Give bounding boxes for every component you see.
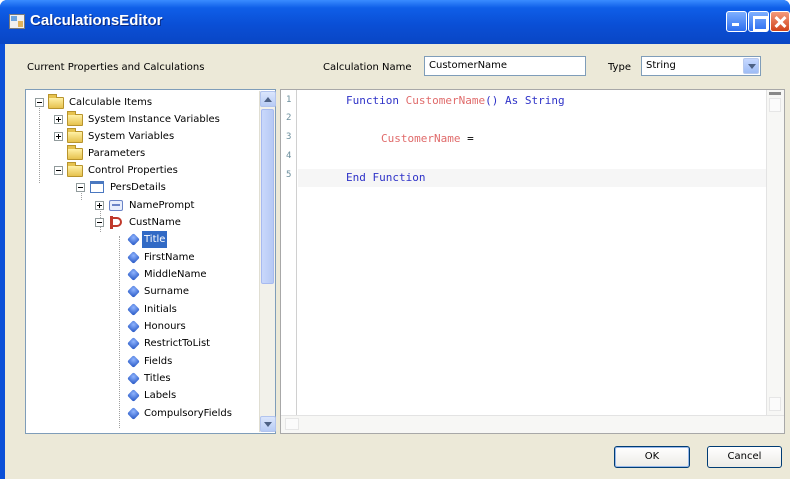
property-icon xyxy=(127,389,140,402)
tree-scrollbar[interactable] xyxy=(259,91,276,432)
tree-item-label: PersDetails xyxy=(110,182,166,193)
keyword-function: Function xyxy=(346,94,399,107)
property-icon xyxy=(127,372,140,385)
property-icon xyxy=(127,303,140,316)
type-select[interactable]: String xyxy=(641,56,761,76)
keyword-as: As xyxy=(504,94,519,107)
scroll-down-button[interactable] xyxy=(260,416,276,432)
folder-icon xyxy=(67,162,83,177)
form-icon xyxy=(90,181,104,193)
tree-item-label: System Variables xyxy=(88,131,175,142)
tree-connector xyxy=(39,103,40,183)
properties-panel-header: Current Properties and Calculations xyxy=(27,62,205,73)
property-icon xyxy=(127,355,140,368)
editor-vertical-scrollbar[interactable] xyxy=(766,90,784,415)
tree-item-label: Calculable Items xyxy=(69,97,153,108)
property-icon xyxy=(127,320,140,333)
property-icon xyxy=(127,251,140,264)
collapse-icon[interactable] xyxy=(76,183,85,192)
tree-item-label: NamePrompt xyxy=(129,200,195,211)
line-number: 5 xyxy=(286,170,292,180)
folder-icon xyxy=(48,94,64,109)
code-editor[interactable]: 1 2 3 4 5 Function CustomerName() As Str… xyxy=(280,89,785,434)
line-number: 3 xyxy=(286,132,292,142)
calculation-name-input[interactable]: CustomerName xyxy=(424,56,586,76)
tree-item-label: Titles xyxy=(144,373,171,384)
tree-item-label: CustName xyxy=(129,217,181,228)
tree-item-label: CompulsoryFields xyxy=(144,408,232,419)
expand-icon[interactable] xyxy=(54,115,63,124)
line-number: 2 xyxy=(286,113,292,123)
title-bar[interactable]: CalculationsEditor xyxy=(0,0,790,44)
tree-item-label: Initials xyxy=(144,304,177,315)
tree-item-label: Fields xyxy=(144,356,173,367)
cancel-button[interactable]: Cancel xyxy=(707,446,782,468)
close-button[interactable] xyxy=(770,11,790,32)
tree-item-label: RestrictToList xyxy=(144,338,211,349)
tree-item-label: Parameters xyxy=(88,148,146,159)
tree-item-label: System Instance Variables xyxy=(88,114,220,125)
assignment-target: CustomerName xyxy=(381,132,461,145)
collapse-icon[interactable] xyxy=(95,218,104,227)
tree-item-label: MiddleName xyxy=(144,269,207,280)
folder-icon xyxy=(67,111,83,126)
return-type: String xyxy=(524,94,565,107)
scroll-down-button[interactable] xyxy=(769,397,781,411)
code-line-3[interactable]: CustomerName = xyxy=(381,132,474,145)
property-icon xyxy=(127,407,140,420)
chevron-down-icon[interactable] xyxy=(743,58,759,74)
combo-control-icon xyxy=(109,216,122,229)
calculation-name-label: Calculation Name xyxy=(323,62,412,73)
maximize-button[interactable] xyxy=(748,11,769,32)
property-icon xyxy=(127,233,140,246)
line-number: 4 xyxy=(286,151,292,161)
tree-item-label: FirstName xyxy=(144,252,195,263)
label-control-icon xyxy=(109,200,123,211)
line-number-gutter: 1 2 3 4 5 xyxy=(281,90,297,415)
property-icon xyxy=(127,285,140,298)
scrollbar-thumb[interactable] xyxy=(261,109,274,284)
tree-item-label: Title xyxy=(142,231,168,248)
scroll-left-button[interactable] xyxy=(285,418,299,430)
parentheses: () xyxy=(485,94,499,107)
expand-icon[interactable] xyxy=(95,201,104,210)
expand-icon[interactable] xyxy=(54,132,63,141)
line-number: 1 xyxy=(286,95,292,105)
property-icon xyxy=(127,268,140,281)
properties-tree[interactable]: Calculable Items System Instance Variabl… xyxy=(25,89,276,434)
scroll-up-button[interactable] xyxy=(769,98,781,112)
window-title: CalculationsEditor xyxy=(30,12,163,29)
tree-item-label: Labels xyxy=(144,390,177,401)
tree-item-label: Control Properties xyxy=(88,165,178,176)
tree-item-label: Surname xyxy=(144,286,189,297)
scroll-up-button[interactable] xyxy=(260,91,276,107)
tree-connector xyxy=(119,236,120,428)
function-name: CustomerName xyxy=(405,94,486,107)
tree-item-label: Honours xyxy=(144,321,186,332)
collapse-icon[interactable] xyxy=(54,166,63,175)
end-function-keyword: End Function xyxy=(346,171,426,184)
code-line-5[interactable]: End Function xyxy=(346,171,425,184)
app-icon xyxy=(9,14,25,29)
code-line-1[interactable]: Function CustomerName() As String xyxy=(346,94,565,107)
type-select-value: String xyxy=(646,60,676,71)
minimize-button[interactable] xyxy=(726,11,747,32)
property-icon xyxy=(127,337,140,350)
editor-horizontal-scrollbar[interactable] xyxy=(281,415,784,433)
collapse-icon[interactable] xyxy=(35,98,44,107)
folder-icon xyxy=(67,128,83,143)
splitter-handle[interactable] xyxy=(769,92,781,95)
ok-button[interactable]: OK xyxy=(614,446,690,468)
assignment-operator: = xyxy=(467,132,474,145)
type-label: Type xyxy=(608,62,631,73)
folder-icon xyxy=(67,145,83,160)
